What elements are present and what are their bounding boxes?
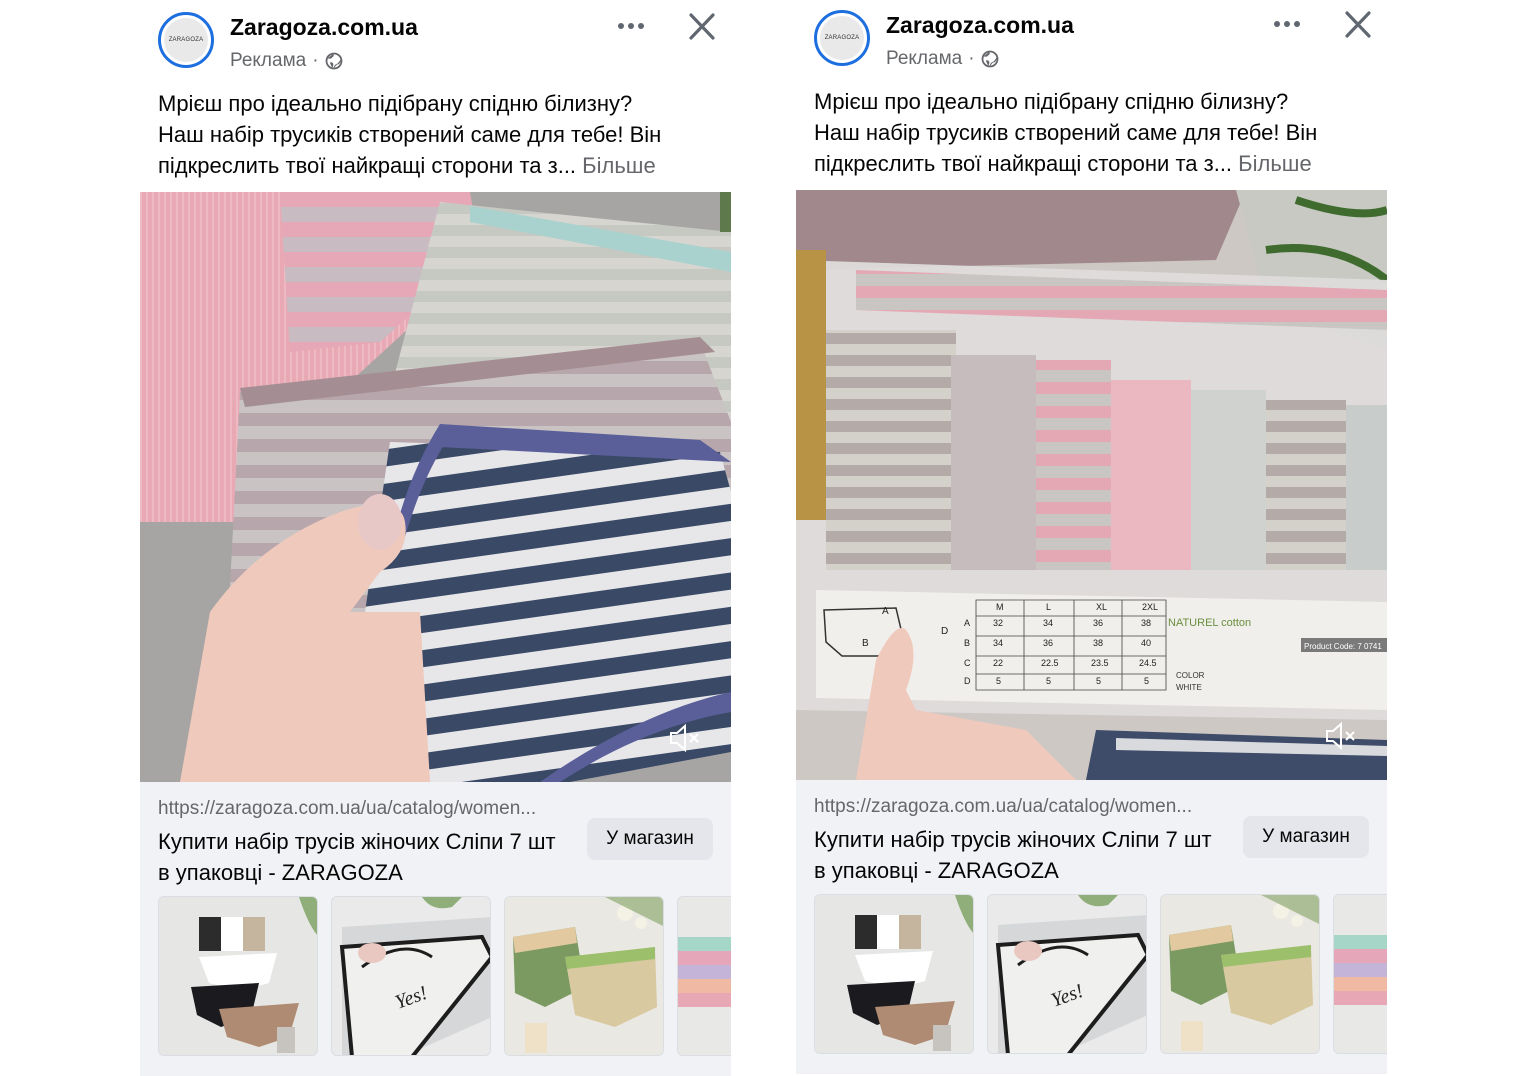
size-cell: 38 — [1093, 638, 1103, 648]
size-header: M — [996, 602, 1004, 612]
video-frame-packaged-set: A B D M L XL 2XL A 32 34 36 38 B 34 36 3… — [796, 190, 1387, 780]
ad-body-text: Мрієш про ідеально підібрану спідню біли… — [814, 86, 1374, 179]
ad-video[interactable]: A B D M L XL 2XL A 32 34 36 38 B 34 36 3… — [796, 190, 1387, 780]
size-header: 2XL — [1142, 602, 1158, 612]
size-cell: 22.5 — [1041, 658, 1059, 668]
globe-icon — [325, 52, 342, 70]
color-value: WHITE — [1176, 683, 1202, 692]
carousel-item[interactable] — [814, 894, 974, 1054]
ad-post-1: ZARAGOZA Zaragoza.com.ua Реклама · Мрієш… — [140, 0, 731, 1076]
size-cell: 24.5 — [1139, 658, 1157, 668]
page-avatar[interactable]: ZARAGOZA — [158, 12, 214, 68]
carousel-item[interactable]: Yes! — [331, 896, 491, 1056]
product-code: Product Code: 7 0741 — [1304, 642, 1382, 651]
link-preview-card[interactable]: https://zaragoza.com.ua/ua/catalog/women… — [796, 780, 1387, 1074]
sponsored-label: Реклама — [886, 48, 963, 69]
see-more-link[interactable]: Більше — [582, 153, 656, 178]
svg-text:D: D — [941, 626, 948, 637]
size-cell: 36 — [1093, 618, 1103, 628]
carousel-item[interactable]: Yes! — [987, 894, 1147, 1054]
avatar-logo-text: ZARAGOZA — [164, 18, 208, 62]
product-carousel[interactable]: Yes! — [158, 896, 731, 1058]
ad-video[interactable] — [140, 192, 731, 782]
shop-now-button[interactable]: У магазин — [587, 818, 713, 860]
link-url[interactable]: https://zaragoza.com.ua/ua/catalog/women… — [814, 796, 1192, 818]
separator: · — [968, 48, 975, 69]
avatar-logo-text: ZARAGOZA — [820, 16, 864, 60]
size-cell: 40 — [1141, 638, 1151, 648]
ad-text-line: Мрієш про ідеально підібрану спідню біли… — [158, 91, 633, 116]
ad-text-truncated: підкреслить твої найкращі сторони та з..… — [158, 153, 577, 178]
link-preview-card[interactable]: https://zaragoza.com.ua/ua/catalog/women… — [140, 782, 731, 1076]
carousel-item[interactable] — [504, 896, 664, 1056]
ad-text-line: Мрієш про ідеально підібрану спідню біли… — [814, 89, 1289, 114]
product-image-set-neutral — [815, 895, 973, 1053]
ad-text-line: Наш набір трусиків створений саме для те… — [158, 122, 662, 147]
size-header: XL — [1096, 602, 1107, 612]
ad-post-2: ZARAGOZA Zaragoza.com.ua Реклама · Мрієш… — [796, 0, 1387, 1076]
link-title[interactable]: Купити набір трусів жіночих Сліпи 7 шт в… — [158, 826, 568, 888]
size-cell: 38 — [1141, 618, 1151, 628]
natural-cotton-badge: NATUREL cotton — [1168, 617, 1251, 629]
product-image-floral-set — [505, 897, 663, 1055]
size-row-key: A — [964, 618, 970, 628]
svg-text:A: A — [882, 606, 889, 617]
product-image-pastel-set — [1334, 895, 1387, 1053]
product-carousel[interactable]: Yes! — [814, 894, 1387, 1056]
product-image-yes-print: Yes! — [332, 897, 490, 1055]
size-cell: 34 — [1043, 618, 1053, 628]
size-cell: 36 — [1043, 638, 1053, 648]
page-avatar[interactable]: ZARAGOZA — [814, 10, 870, 66]
size-cell: 5 — [1144, 676, 1149, 686]
size-cell: 32 — [993, 618, 1003, 628]
svg-text:B: B — [862, 638, 869, 649]
size-row-key: C — [964, 658, 971, 668]
carousel-item[interactable] — [1333, 894, 1387, 1054]
page-name-link[interactable]: Zaragoza.com.ua — [230, 14, 418, 41]
page-name-link[interactable]: Zaragoza.com.ua — [886, 12, 1074, 39]
product-image-set-neutral — [159, 897, 317, 1055]
ad-text-line: Наш набір трусиків створений саме для те… — [814, 120, 1318, 145]
carousel-item[interactable] — [677, 896, 731, 1056]
close-icon[interactable] — [685, 10, 719, 44]
ad-body-text: Мрієш про ідеально підібрану спідню біли… — [158, 88, 718, 181]
speaker-muted-icon[interactable] — [667, 722, 701, 754]
more-options-icon[interactable] — [1270, 8, 1304, 40]
carousel-item[interactable] — [158, 896, 318, 1056]
more-options-icon[interactable] — [614, 10, 648, 42]
video-frame-striped-underwear — [140, 192, 731, 782]
ad-text-line: підкреслить твої найкращі сторони та з..… — [158, 150, 718, 181]
ad-text-line: підкреслить твої найкращі сторони та з..… — [814, 148, 1374, 179]
sponsored-row: Реклама · — [886, 48, 999, 70]
size-row-key: B — [964, 638, 970, 648]
product-image-floral-set — [1161, 895, 1319, 1053]
size-cell: 5 — [996, 676, 1001, 686]
size-header: L — [1046, 602, 1051, 612]
globe-icon — [981, 50, 998, 68]
separator: · — [312, 50, 319, 71]
size-row-key: D — [964, 676, 971, 686]
speaker-muted-icon[interactable] — [1323, 720, 1357, 752]
carousel-item[interactable] — [1160, 894, 1320, 1054]
size-cell: 23.5 — [1091, 658, 1109, 668]
see-more-link[interactable]: Більше — [1238, 151, 1312, 176]
shop-now-button[interactable]: У магазин — [1243, 816, 1369, 858]
size-cell: 5 — [1096, 676, 1101, 686]
product-image-yes-print: Yes! — [988, 895, 1146, 1053]
color-label: COLOR — [1176, 671, 1205, 680]
close-icon[interactable] — [1341, 8, 1375, 42]
size-cell: 34 — [993, 638, 1003, 648]
link-url[interactable]: https://zaragoza.com.ua/ua/catalog/women… — [158, 798, 536, 820]
sponsored-label: Реклама — [230, 50, 307, 71]
product-image-pastel-set — [678, 897, 731, 1055]
ad-text-truncated: підкреслить твої найкращі сторони та з..… — [814, 151, 1233, 176]
link-title[interactable]: Купити набір трусів жіночих Сліпи 7 шт в… — [814, 824, 1224, 886]
sponsored-row: Реклама · — [230, 50, 343, 72]
size-cell: 22 — [993, 658, 1003, 668]
size-cell: 5 — [1046, 676, 1051, 686]
